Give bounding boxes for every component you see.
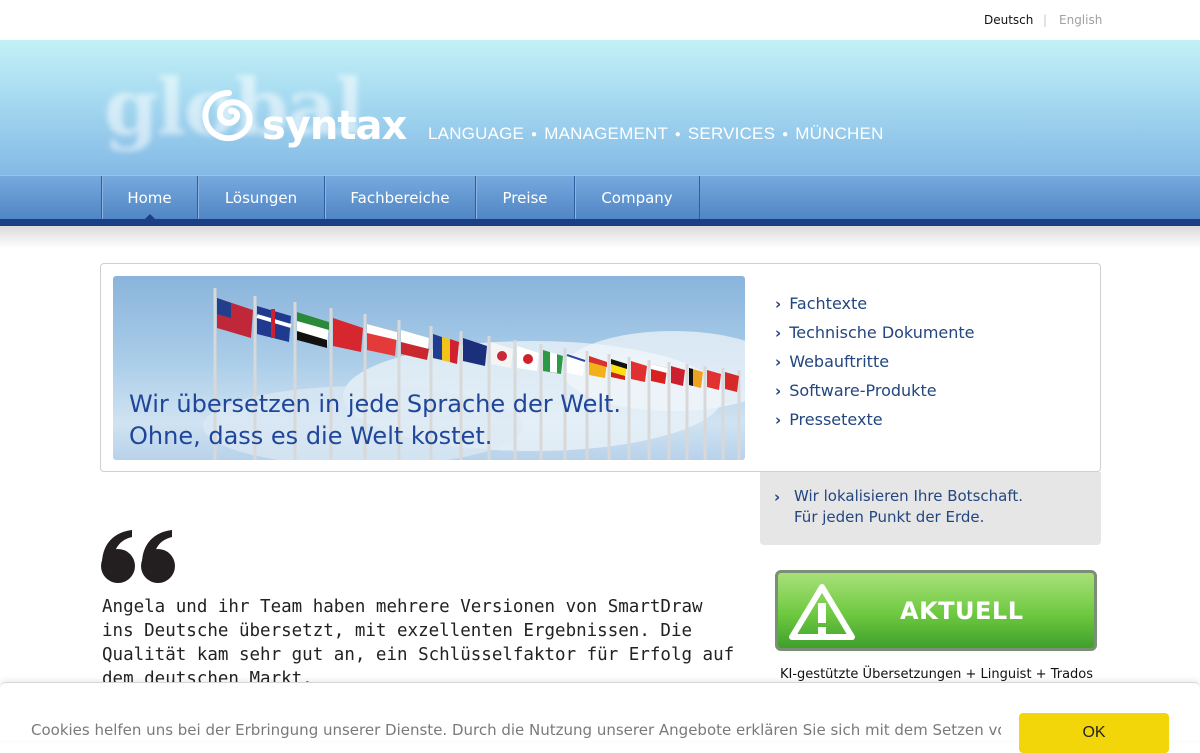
- nav-item-loesungen[interactable]: Lösungen: [197, 176, 324, 220]
- service-link-pressetexte[interactable]: › Pressetexte: [775, 410, 975, 439]
- banner-headline: Wir übersetzen in jede Sprache der Welt.…: [129, 388, 621, 452]
- chevron-right-icon: ›: [775, 324, 782, 342]
- service-link-technische-dokumente[interactable]: › Technische Dokumente: [775, 323, 975, 352]
- quote-mark-icon: [101, 530, 175, 583]
- localize-line: Wir lokalisieren Ihre Botschaft.: [794, 487, 1023, 505]
- nav-shadow: [0, 226, 1200, 248]
- chevron-right-icon: ›: [775, 382, 782, 400]
- service-label: Webauftritte: [789, 352, 890, 371]
- nav-item-fachbereiche[interactable]: Fachbereiche: [324, 176, 475, 220]
- localize-box[interactable]: › Wir lokalisieren Ihre Botschaft. Für j…: [760, 472, 1101, 545]
- tagline-word: MÜNCHEN: [795, 124, 884, 143]
- cookie-banner: Cookies helfen uns bei der Erbringung un…: [0, 682, 1200, 753]
- tagline: LANGUAGE ● MANAGEMENT ● SERVICES ● MÜNCH…: [428, 124, 884, 144]
- language-bar: Deutsch | English: [0, 0, 1200, 40]
- tagline-dot: ●: [782, 129, 789, 140]
- tagline-word: LANGUAGE: [428, 124, 525, 143]
- cookie-ok-button[interactable]: OK: [1019, 713, 1169, 753]
- service-label: Technische Dokumente: [789, 323, 975, 342]
- nav-label: Company: [601, 189, 673, 207]
- lang-separator: |: [1043, 13, 1048, 27]
- lang-english-link[interactable]: English: [1059, 13, 1102, 27]
- logo-text[interactable]: syntax: [262, 103, 407, 149]
- tagline-word: MANAGEMENT: [544, 124, 668, 143]
- logo-swirl-icon: [202, 90, 253, 142]
- flags-banner: Wir übersetzen in jede Sprache der Welt.…: [113, 276, 745, 460]
- testimonial-text: Angela und ihr Team haben mehrere Versio…: [102, 597, 735, 689]
- tagline-dot: ●: [674, 129, 681, 140]
- chevron-right-icon: ›: [775, 411, 782, 429]
- nav-item-preise[interactable]: Preise: [475, 176, 574, 220]
- chevron-right-icon: ›: [775, 353, 782, 371]
- nav-label: Fachbereiche: [350, 189, 450, 207]
- site-header: global syntax LANGUAGE ● MANAGEMENT ● SE…: [0, 40, 1200, 175]
- main-nav: Home Lösungen Fachbereiche Preise Compan…: [0, 175, 1200, 221]
- nav-bottom-bar: [0, 219, 1200, 226]
- tagline-word: SERVICES: [687, 124, 776, 143]
- service-label: Software-Produkte: [789, 381, 937, 400]
- nav-label: Lösungen: [224, 189, 298, 207]
- banner-line: Ohne, dass es die Welt kostet.: [129, 422, 493, 450]
- nav-item-company[interactable]: Company: [574, 176, 700, 220]
- warning-icon: [789, 584, 855, 640]
- cookie-text: Cookies helfen uns bei der Erbringung un…: [31, 721, 1001, 739]
- localize-text: Wir lokalisieren Ihre Botschaft. Für jed…: [794, 486, 1023, 528]
- tagline-dot: ●: [531, 129, 538, 140]
- nav-label: Preise: [502, 189, 548, 207]
- services-list: › Fachtexte › Technische Dokumente › Webauf…: [775, 294, 975, 439]
- aktuell-caption[interactable]: KI-gestützte Übersetzungen + Linguist + …: [780, 667, 1093, 682]
- feature-box: Wir übersetzen in jede Sprache der Welt.…: [100, 263, 1101, 472]
- service-label: Pressetexte: [789, 410, 883, 429]
- service-link-fachtexte[interactable]: › Fachtexte: [775, 294, 975, 323]
- lang-deutsch-link[interactable]: Deutsch: [984, 13, 1033, 27]
- chevron-right-icon: ›: [774, 488, 781, 506]
- localize-line: Für jeden Punkt der Erde.: [794, 508, 985, 526]
- service-label: Fachtexte: [789, 294, 868, 313]
- banner-line: Wir übersetzen in jede Sprache der Welt.: [129, 390, 622, 418]
- nav-label: Home: [127, 189, 172, 207]
- chevron-right-icon: ›: [775, 295, 782, 313]
- service-link-webauftritte[interactable]: › Webauftritte: [775, 352, 975, 381]
- service-link-software-produkte[interactable]: › Software-Produkte: [775, 381, 975, 410]
- aktuell-banner[interactable]: AKTUELL: [775, 570, 1097, 651]
- nav-item-home[interactable]: Home: [101, 176, 197, 221]
- aktuell-label: AKTUELL: [900, 597, 1024, 625]
